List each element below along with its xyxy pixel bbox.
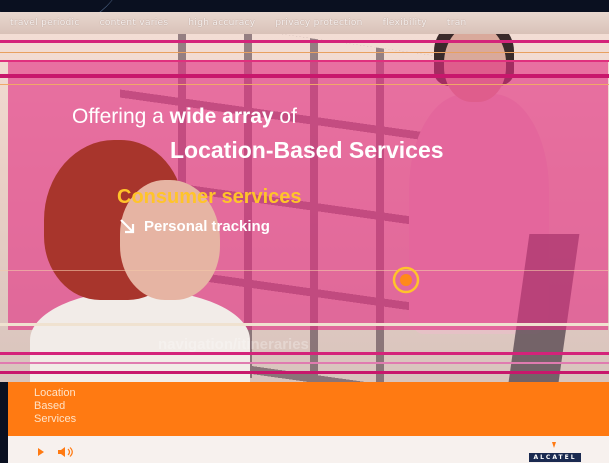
volume-icon[interactable] (56, 446, 76, 458)
presentation-frame: travel periodic content varies high accu… (0, 0, 609, 463)
lbs-line: Based (34, 400, 66, 412)
faded-service-label: navigation/itineraries (158, 336, 309, 353)
divider-line (0, 84, 609, 85)
divider-line (0, 74, 609, 78)
tagline-item: content varies (99, 18, 169, 28)
tagline-item: high accuracy (188, 18, 256, 28)
headline-prefix: Offering a (72, 105, 170, 128)
divider-line (0, 323, 609, 326)
personal-tracking-label: Personal tracking (144, 217, 270, 235)
tagline-item: privacy protection (275, 18, 363, 28)
headline-line-2: Location-Based Services (170, 137, 444, 163)
playback-control-bar (8, 436, 609, 463)
divider-line (0, 270, 609, 271)
alcatel-logo: ALCATEL (529, 453, 581, 462)
arrow-down-right-icon (120, 219, 135, 234)
tagline-item: flexibility (382, 18, 427, 28)
headline-bold: wide array (169, 105, 274, 128)
tagline-strip: travel periodic content varies high accu… (0, 12, 609, 34)
location-target-icon[interactable] (392, 266, 420, 294)
divider-line (0, 52, 609, 53)
category-title: Consumer services (117, 186, 302, 208)
personal-tracking-item[interactable]: Personal tracking (118, 216, 270, 236)
headline-suffix: of (273, 105, 297, 128)
divider-line (0, 362, 609, 364)
tagline-item: tran (446, 18, 467, 28)
headline-line-1: Offering a wide array of (72, 105, 297, 129)
divider-line (0, 371, 609, 374)
divider-line (0, 40, 609, 43)
lbs-caption: Location Based Services (34, 387, 114, 426)
play-icon[interactable] (38, 448, 44, 456)
divider-line (0, 60, 609, 62)
lbs-line: Location (34, 387, 76, 399)
lbs-line: Services (34, 413, 77, 425)
tagline-item: travel periodic (10, 18, 80, 28)
